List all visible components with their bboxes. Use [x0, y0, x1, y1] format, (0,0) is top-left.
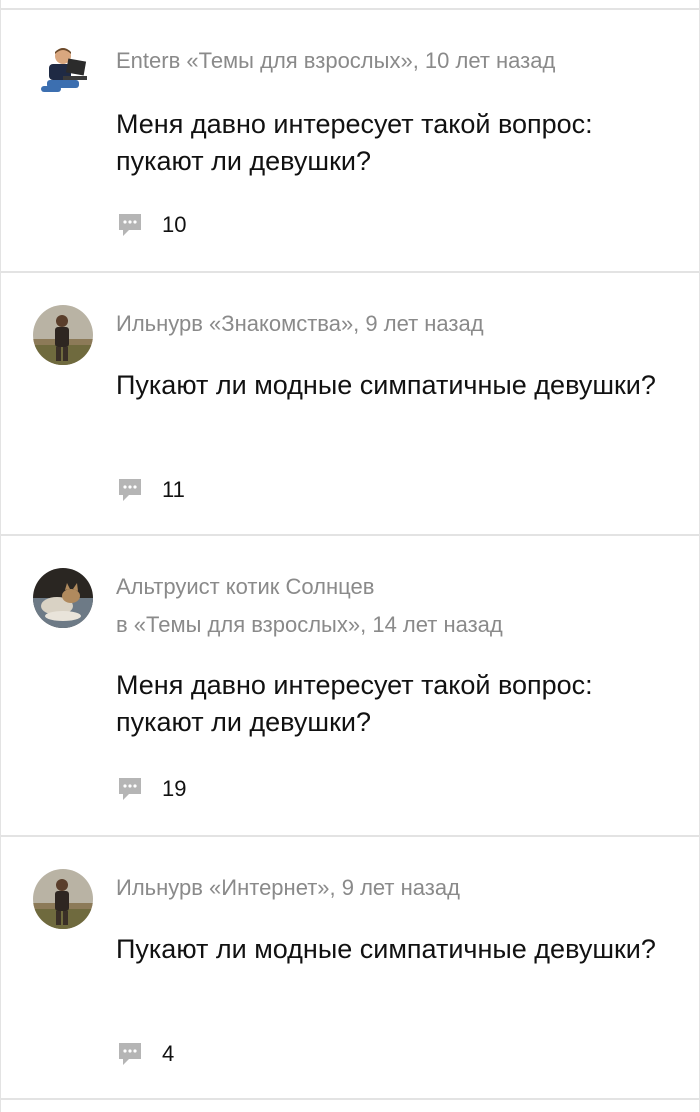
man-outdoors-icon: [33, 869, 93, 929]
question-text[interactable]: Пукают ли модные симпатичные девушки?: [116, 931, 676, 968]
boy-with-laptop-icon: [33, 42, 93, 102]
avatar[interactable]: [33, 42, 93, 102]
avatar[interactable]: [33, 305, 93, 365]
comment-count: 4: [162, 1041, 175, 1066]
post-meta: Enterв «Темы для взрослых», 10 лет назад: [116, 42, 555, 80]
question-text[interactable]: Пукают ли модные симпатичные девушки?: [116, 367, 676, 404]
post-meta-line[interactable]: Enterв «Темы для взрослых», 10 лет назад: [116, 42, 555, 80]
post-card[interactable]: Enterв «Темы для взрослых», 10 лет назад…: [1, 8, 699, 272]
post-card[interactable]: Ильнурв «Знакомства», 9 лет назад Пукают…: [1, 271, 699, 535]
post-meta-line[interactable]: Альтруист котик Солнцев: [116, 568, 503, 606]
comments-link[interactable]: 4: [116, 1039, 174, 1069]
post-meta-line[interactable]: в «Темы для взрослых», 14 лет назад: [116, 606, 503, 644]
question-text[interactable]: Меня давно интересует такой вопрос: пука…: [116, 106, 676, 180]
speech-bubble-icon: [119, 778, 141, 800]
post-meta-line[interactable]: Ильнурв «Знакомства», 9 лет назад: [116, 305, 484, 343]
avatar[interactable]: [33, 568, 93, 628]
cat-icon: [33, 568, 93, 628]
comments-link[interactable]: 10: [116, 210, 186, 240]
comment-count: 19: [162, 776, 187, 801]
speech-bubble-icon: [119, 479, 141, 501]
divider: [1, 1098, 699, 1100]
post-meta: Ильнурв «Знакомства», 9 лет назад: [116, 305, 484, 343]
comments-link[interactable]: 11: [116, 475, 185, 505]
comment-count: 11: [162, 477, 185, 502]
man-outdoors-icon: [33, 305, 93, 365]
post-meta: Ильнурв «Интернет», 9 лет назад: [116, 869, 460, 907]
post-card[interactable]: Альтруист котик Солнцев в «Темы для взро…: [1, 534, 699, 836]
post-card[interactable]: Ильнурв «Интернет», 9 лет назад Пукают л…: [1, 835, 699, 1099]
speech-bubble-icon: [119, 214, 141, 236]
question-feed: Enterв «Темы для взрослых», 10 лет назад…: [0, 0, 700, 1112]
speech-bubble-icon: [119, 1043, 141, 1065]
comments-link[interactable]: 19: [116, 774, 186, 804]
question-text[interactable]: Меня давно интересует такой вопрос: пука…: [116, 667, 676, 741]
comment-count: 10: [162, 212, 187, 237]
avatar[interactable]: [33, 869, 93, 929]
post-meta: Альтруист котик Солнцев в «Темы для взро…: [116, 568, 503, 644]
post-meta-line[interactable]: Ильнурв «Интернет», 9 лет назад: [116, 869, 460, 907]
